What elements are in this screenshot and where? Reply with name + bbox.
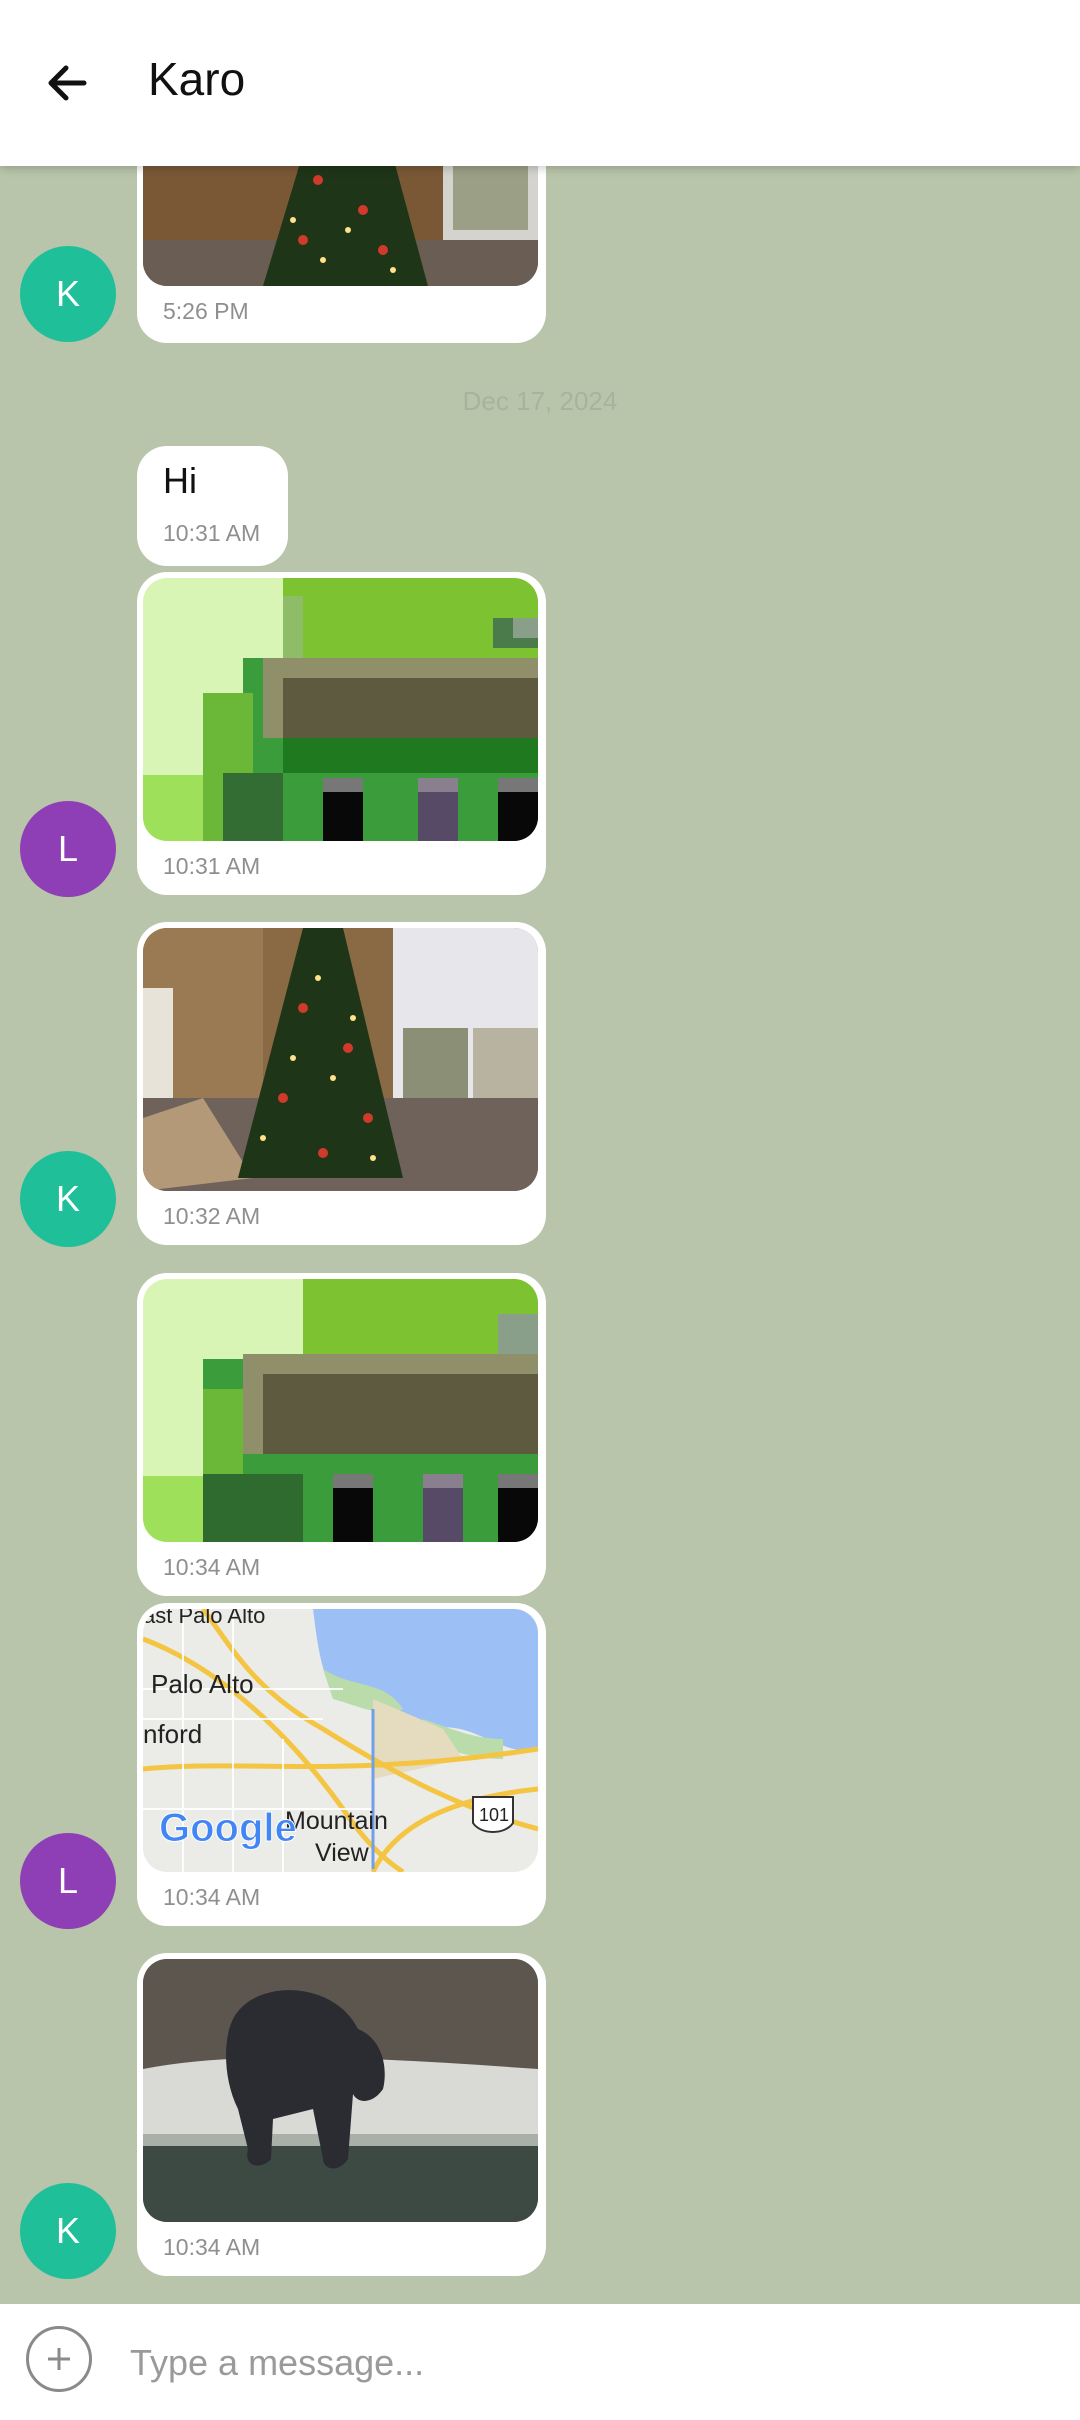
map-label: Mountain bbox=[285, 1807, 388, 1835]
map-label: nford bbox=[143, 1719, 202, 1749]
map-label: ast Palo Alto bbox=[143, 1609, 265, 1628]
image-message[interactable]: 10:32 AM bbox=[137, 922, 546, 1245]
avatar: L bbox=[20, 801, 116, 897]
avatar: K bbox=[20, 1151, 116, 1247]
message-input[interactable] bbox=[128, 2332, 1032, 2394]
add-attachment-icon[interactable] bbox=[26, 2326, 92, 2392]
image-message[interactable]: 10:34 AM bbox=[137, 1273, 546, 1596]
avatar: L bbox=[20, 1833, 116, 1929]
avatar: K bbox=[20, 246, 116, 342]
hippo-photo[interactable] bbox=[143, 1959, 538, 2222]
message-time: 10:34 AM bbox=[163, 2234, 261, 2260]
chat-title: Karo bbox=[148, 53, 246, 105]
message-time: 10:34 AM bbox=[163, 1554, 261, 1580]
map-label: View bbox=[315, 1839, 370, 1867]
christmas-tree-photo[interactable] bbox=[143, 928, 538, 1191]
highway-shield: 101 bbox=[479, 1805, 509, 1825]
avatar: K bbox=[20, 2183, 116, 2279]
message-time: 5:26 PM bbox=[163, 298, 249, 324]
app-bar: Karo bbox=[0, 0, 1080, 166]
map-label: Palo Alto bbox=[151, 1669, 254, 1699]
map-thumbnail[interactable]: ast Palo Alto Palo Alto nford Mountain V… bbox=[143, 1609, 538, 1872]
pixelated-image[interactable] bbox=[143, 578, 538, 841]
message-time: 10:34 AM bbox=[163, 1884, 261, 1910]
message-text: Hi bbox=[163, 460, 197, 501]
text-message[interactable]: Hi 10:31 AM bbox=[137, 446, 288, 566]
location-message[interactable]: ast Palo Alto Palo Alto nford Mountain V… bbox=[137, 1603, 546, 1926]
pixelated-image[interactable] bbox=[143, 1279, 538, 1542]
back-arrow-icon[interactable] bbox=[36, 50, 102, 116]
image-message[interactable]: 10:31 AM bbox=[137, 572, 546, 895]
message-time: 10:31 AM bbox=[163, 520, 261, 546]
message-time: 10:32 AM bbox=[163, 1203, 261, 1229]
image-message[interactable]: 10:34 AM bbox=[137, 1953, 546, 2276]
date-separator: Dec 17, 2024 bbox=[462, 386, 618, 416]
message-composer bbox=[0, 2304, 1080, 2420]
message-time: 10:31 AM bbox=[163, 853, 261, 879]
google-logo: Google bbox=[159, 1806, 297, 1850]
